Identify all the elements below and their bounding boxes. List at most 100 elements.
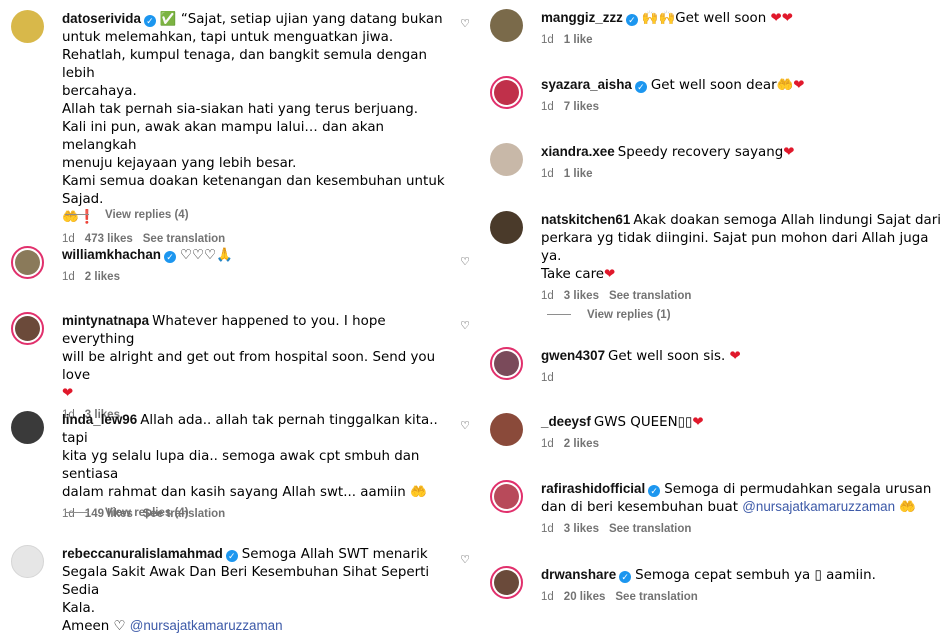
comment-text: Semoga cepat sembuh ya ▯ aamiin. — [635, 568, 876, 583]
comment-text: ✅ “Sajat, setiap ujian yang datang bukan… — [62, 12, 445, 225]
comment-meta: 1d 473 likes See translation — [62, 232, 452, 246]
comment-time: 1d — [541, 438, 554, 450]
mention-link[interactable]: @nursajatkamaruzzaman — [742, 499, 895, 514]
verified-badge-icon: ✓ — [634, 81, 647, 93]
verified-badge-icon: ✓ — [648, 485, 661, 497]
see-translation-link[interactable]: See translation — [609, 523, 691, 535]
avatar[interactable] — [11, 10, 44, 43]
avatar[interactable] — [490, 413, 523, 446]
avatar[interactable] — [490, 566, 523, 599]
avatar[interactable] — [490, 143, 523, 176]
view-replies-button[interactable]: View replies (4) — [65, 507, 189, 519]
username[interactable]: gwen4307 — [541, 348, 605, 363]
avatar[interactable] — [11, 411, 44, 444]
comment-body: xiandra.xee Speedy recovery sayang❤ 1d 1 l… — [541, 143, 941, 181]
comment-text: Get well soon sis. ❤ — [608, 349, 741, 364]
replies-line — [65, 214, 89, 216]
likes-count[interactable]: 2 likes — [85, 271, 120, 283]
likes-count[interactable]: 20 likes — [564, 591, 606, 603]
like-heart-icon[interactable]: ♡ — [459, 256, 471, 268]
likes-count[interactable]: 2 likes — [564, 438, 599, 450]
likes-count[interactable]: 473 likes — [85, 233, 133, 245]
username[interactable]: natskitchen61 — [541, 212, 630, 227]
view-replies-label: View replies (1) — [587, 309, 671, 321]
comment-time: 1d — [541, 591, 554, 603]
comment-text-after: 🤲 — [899, 500, 917, 515]
see-translation-link[interactable]: See translation — [143, 233, 225, 245]
avatar[interactable] — [490, 76, 523, 109]
comment-time: 1d — [541, 372, 554, 384]
avatar[interactable] — [490, 211, 523, 244]
likes-count[interactable]: 3 likes — [564, 290, 599, 302]
comment-meta: 1d 2 likes — [62, 270, 452, 284]
username[interactable]: linda_lew96 — [62, 412, 137, 427]
comment-body: rafirashidofficial ✓ Semoga di permudahkan… — [541, 480, 941, 536]
comment-meta: 1d 7 likes — [541, 100, 941, 114]
username[interactable]: xiandra.xee — [541, 144, 615, 159]
comment-meta: 1d 20 likes See translation — [541, 590, 941, 604]
comment-meta: 1d — [541, 371, 941, 385]
likes-count[interactable]: 3 likes — [564, 523, 599, 535]
comment-body: _deeysf GWS QUEEN▯▯❤ 1d 2 likes — [541, 413, 941, 451]
username[interactable]: manggiz_zzz — [541, 10, 623, 25]
username[interactable]: syazara_aisha — [541, 77, 632, 92]
replies-line — [65, 512, 89, 514]
comment-time: 1d — [541, 34, 554, 46]
avatar[interactable] — [11, 545, 44, 578]
like-heart-icon[interactable]: ♡ — [459, 320, 471, 332]
username[interactable]: rebeccanuralislamahmad — [62, 546, 223, 561]
avatar[interactable] — [490, 480, 523, 513]
comment-meta: 1d 1 like — [541, 33, 941, 47]
like-heart-icon[interactable]: ♡ — [459, 18, 471, 30]
comment-time: 1d — [62, 233, 75, 245]
see-translation-link[interactable]: See translation — [609, 290, 691, 302]
view-replies-label: View replies (4) — [105, 507, 189, 519]
comment-body: mintynatnapa Whatever happened to you. I … — [62, 312, 452, 422]
replies-line — [547, 314, 571, 316]
comment-meta: 1d 3 likes See translation — [541, 522, 941, 536]
avatar[interactable] — [490, 347, 523, 380]
comment-body: gwen4307 Get well soon sis. ❤ 1d — [541, 347, 941, 385]
comment-body: linda_lew96 Allah ada.. allah tak pernah … — [62, 411, 452, 521]
likes-count[interactable]: 1 like — [564, 168, 593, 180]
comment-time: 1d — [62, 271, 75, 283]
avatar[interactable] — [11, 312, 44, 345]
comment-time: 1d — [541, 101, 554, 113]
mention-link[interactable]: @nursajatkamaruzzaman — [130, 618, 283, 633]
username[interactable]: williamkhachan — [62, 247, 161, 262]
username[interactable]: drwanshare — [541, 567, 616, 582]
verified-badge-icon: ✓ — [619, 571, 632, 583]
comment-body: williamkhachan ✓ ♡♡♡🙏 1d 2 likes — [62, 246, 452, 284]
verified-badge-icon: ✓ — [143, 15, 156, 27]
comment-text: ♡♡♡🙏 — [179, 248, 233, 263]
comment-text: Get well soon dear🤲❤ — [650, 78, 805, 93]
verified-badge-icon: ✓ — [163, 251, 176, 263]
comment-text: 🙌🙌Get well soon ❤❤ — [641, 11, 793, 26]
like-heart-icon[interactable]: ♡ — [459, 420, 471, 432]
view-replies-label: View replies (4) — [105, 209, 189, 221]
comment-time: 1d — [541, 523, 554, 535]
comment-body: drwanshare ✓ Semoga cepat sembuh ya ▯ aami… — [541, 566, 941, 604]
see-translation-link[interactable]: See translation — [615, 591, 697, 603]
like-heart-icon[interactable]: ♡ — [459, 554, 471, 566]
avatar[interactable] — [490, 9, 523, 42]
comment-body: manggiz_zzz ✓ 🙌🙌Get well soon ❤❤ 1d 1 like — [541, 9, 941, 47]
comment-meta: 1d 1 like — [541, 167, 941, 181]
verified-badge-icon: ✓ — [225, 550, 238, 562]
view-replies-button[interactable]: View replies (4) — [65, 209, 189, 221]
username[interactable]: _deeysf — [541, 414, 591, 429]
username[interactable]: rafirashidofficial — [541, 481, 645, 496]
comment-meta: 1d 2 likes — [541, 437, 941, 451]
comment-body: natskitchen61 Akak doakan semoga Allah li… — [541, 211, 941, 303]
comment-body: syazara_aisha ✓ Get well soon dear🤲❤ 1d 7 l… — [541, 76, 941, 114]
comment-text: GWS QUEEN▯▯❤ — [593, 415, 704, 430]
likes-count[interactable]: 1 like — [564, 34, 593, 46]
view-replies-button[interactable]: View replies (1) — [547, 309, 671, 321]
avatar[interactable] — [11, 246, 44, 279]
verified-badge-icon: ✓ — [625, 14, 638, 26]
username[interactable]: mintynatnapa — [62, 313, 149, 328]
comment-time: 1d — [541, 290, 554, 302]
comment-time: 1d — [541, 168, 554, 180]
username[interactable]: datoserivida — [62, 11, 141, 26]
likes-count[interactable]: 7 likes — [564, 101, 599, 113]
